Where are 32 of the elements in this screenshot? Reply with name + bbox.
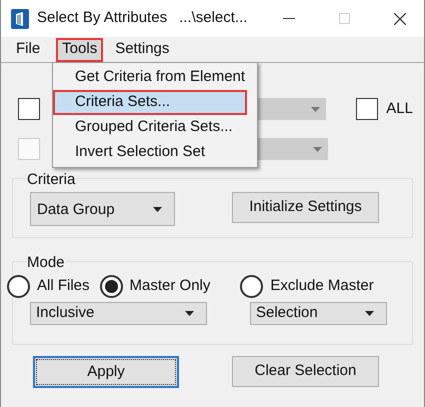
radio-button[interactable] <box>7 274 30 298</box>
dropdown[interactable]: Inclusive <box>30 302 207 325</box>
action-button[interactable]: Apply <box>33 356 179 388</box>
close-icon[interactable] <box>394 12 406 24</box>
menu-item[interactable]: File <box>10 38 46 62</box>
window-path: ...\select... <box>179 8 248 28</box>
caret-icon <box>153 207 162 212</box>
action-button[interactable]: Clear Selection <box>232 356 379 387</box>
menu-item[interactable]: Tools <box>56 38 104 62</box>
caret-icon <box>365 311 374 316</box>
checkbox[interactable] <box>356 98 378 120</box>
app-icon <box>11 8 29 28</box>
radio-button[interactable] <box>100 274 123 298</box>
menu-item[interactable]: Settings <box>109 38 176 62</box>
menu-item[interactable]: Grouped Criteria Sets... <box>53 115 257 140</box>
window-title: Select By Attributes <box>37 8 168 28</box>
radio-label: All Files <box>37 276 90 296</box>
dropdown[interactable] <box>256 98 326 120</box>
caret-icon <box>185 311 194 316</box>
menu-item[interactable]: Invert Selection Set <box>53 140 257 165</box>
radio-label: Exclude Master <box>270 276 374 296</box>
initialize-settings-button[interactable]: Initialize Settings <box>232 192 379 223</box>
dropdown[interactable]: Selection <box>250 302 387 325</box>
dropdown[interactable]: Data Group <box>30 192 175 226</box>
caret-icon <box>311 106 320 112</box>
caret-icon <box>313 146 322 152</box>
checkbox[interactable] <box>18 98 40 120</box>
menu-item[interactable]: Criteria Sets... <box>53 90 247 115</box>
menu-item[interactable]: Get Criteria from Element <box>53 65 257 90</box>
radio-label: Master Only <box>130 276 210 296</box>
radio-button[interactable] <box>240 274 264 298</box>
checkbox-label: ALL <box>386 98 413 119</box>
